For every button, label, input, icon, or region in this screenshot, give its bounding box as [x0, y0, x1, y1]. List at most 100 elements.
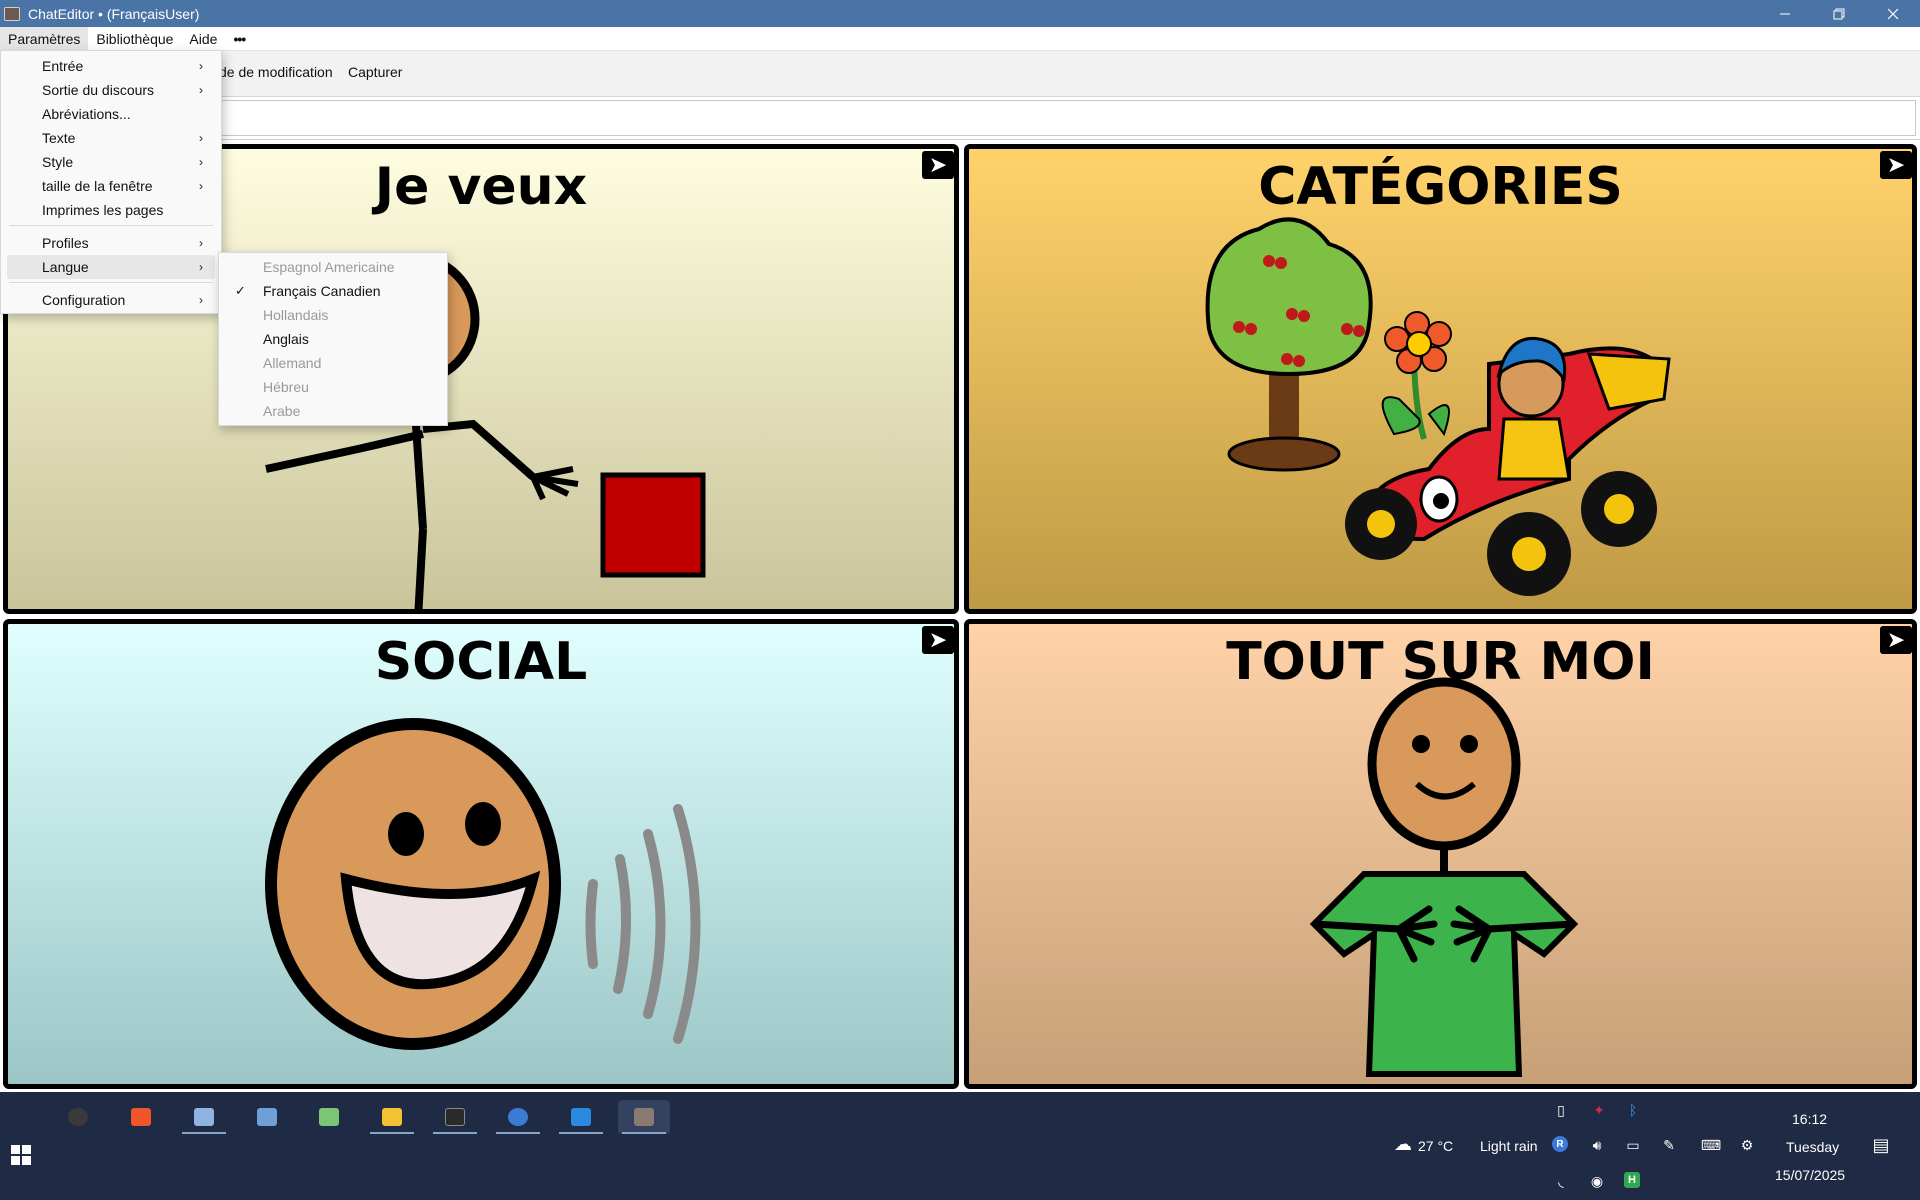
menu-item-label: Configuration	[42, 292, 126, 308]
app-tray-icon[interactable]: ✦	[1590, 1101, 1608, 1119]
cell-label: CATÉGORIES	[1258, 157, 1623, 217]
lang-francais-canadien[interactable]: ✓ Français Canadien	[223, 279, 443, 303]
menu-item-texte[interactable]: Texte ›	[7, 126, 215, 150]
person-hands-on-chest-icon	[1309, 677, 1579, 1077]
battery-icon[interactable]: ▭	[1624, 1136, 1642, 1154]
menu-bibliotheque[interactable]: Bibliothèque	[88, 27, 181, 51]
bluetooth-icon[interactable]: ᛒ	[1624, 1101, 1642, 1119]
title-bar: ChatEditor • (FrançaisUser)	[0, 0, 1920, 27]
menu-item-label: Entrée	[42, 58, 84, 74]
menu-item-configuration[interactable]: Configuration ›	[7, 288, 215, 312]
chevron-right-icon: ›	[199, 293, 203, 307]
taskbar-photos[interactable]	[241, 1100, 293, 1134]
windows-logo-icon	[11, 1145, 31, 1165]
menu-separator	[9, 225, 213, 226]
lang-hollandais: Hollandais	[263, 307, 329, 323]
headset-icon[interactable]: ◉	[1588, 1172, 1606, 1190]
taskbar-vscode[interactable]	[555, 1100, 607, 1134]
restore-icon	[1833, 8, 1845, 19]
menu-item-taille-fenetre[interactable]: taille de la fenêtre ›	[7, 174, 215, 198]
cell-tout-sur-moi[interactable]: TOUT SUR MOI ➤	[964, 619, 1917, 1089]
notepad-icon	[319, 1108, 339, 1126]
menu-more[interactable]: •••	[225, 27, 253, 51]
checkmark-icon: ✓	[235, 283, 246, 298]
menu-item-label: Langue	[42, 259, 89, 275]
chevron-right-icon: ›	[199, 131, 203, 145]
restore-button[interactable]	[1812, 0, 1866, 27]
cell-categories[interactable]: CATÉGORIES ➤	[964, 144, 1917, 614]
taskbar-obs[interactable]	[52, 1100, 104, 1134]
message-input[interactable]	[4, 100, 1916, 136]
toolbar: de de modification Capturer	[0, 51, 1920, 97]
terminal-icon	[445, 1108, 465, 1126]
lang-anglais[interactable]: Anglais	[223, 327, 443, 351]
taskbar-notepad[interactable]	[303, 1100, 355, 1134]
app-icon	[4, 6, 20, 21]
lang-espagnol-americaine: Espagnol Americaine	[263, 259, 395, 275]
menu-item-label: Style	[42, 154, 74, 170]
edit-mode-button[interactable]: de de modification	[219, 64, 333, 80]
cell-social[interactable]: SOCIAL ➤	[3, 619, 959, 1089]
usb-icon[interactable]: ▯	[1552, 1101, 1570, 1119]
navigate-arrow-icon[interactable]: ➤	[1880, 626, 1912, 654]
menu-item-entree[interactable]: Entrée ›	[7, 54, 215, 78]
navigate-arrow-icon[interactable]: ➤	[922, 626, 954, 654]
minimize-icon	[1780, 13, 1790, 14]
taskbar-brave[interactable]	[115, 1100, 167, 1134]
chevron-right-icon: ›	[199, 155, 203, 169]
taskbar-r-app[interactable]	[492, 1100, 544, 1134]
menu-item-abreviations[interactable]: Abréviations...	[7, 102, 215, 126]
r-tray-icon[interactable]: R	[1552, 1136, 1568, 1152]
close-button[interactable]	[1866, 0, 1920, 27]
start-button[interactable]	[10, 1144, 32, 1166]
taskbar-terminal[interactable]	[429, 1100, 481, 1134]
menu-item-sortie-du-discours[interactable]: Sortie du discours ›	[7, 78, 215, 102]
cell-label: TOUT SUR MOI	[1226, 632, 1655, 692]
message-bar	[0, 97, 1920, 140]
weather-rain-icon[interactable]: ☁	[1394, 1134, 1412, 1154]
clock-date[interactable]: 15/07/2025	[1775, 1167, 1845, 1183]
lang-arabe: Arabe	[263, 403, 301, 419]
h-app-icon[interactable]: H	[1624, 1172, 1640, 1188]
cell-label: SOCIAL	[374, 632, 588, 692]
menu-aide[interactable]: Aide	[181, 27, 225, 51]
brave-icon	[131, 1108, 151, 1126]
menu-item-label: taille de la fenêtre	[42, 178, 153, 194]
vscode-icon	[571, 1108, 591, 1126]
menu-item-label: Profiles	[42, 235, 89, 251]
menu-separator	[9, 282, 213, 283]
menu-item-langue[interactable]: Langue ›	[7, 255, 215, 279]
navigate-arrow-icon[interactable]: ➤	[1880, 151, 1912, 179]
folder-icon	[382, 1108, 402, 1126]
menu-item-style[interactable]: Style ›	[7, 150, 215, 174]
minimize-button[interactable]	[1758, 0, 1812, 27]
clock-time[interactable]: 16:12	[1792, 1111, 1827, 1127]
volume-icon[interactable]: 🔊︎	[1588, 1136, 1606, 1154]
weather-condition[interactable]: Light rain	[1480, 1138, 1538, 1154]
lang-hebreu: Hébreu	[263, 379, 309, 395]
clock-day[interactable]: Tuesday	[1786, 1139, 1839, 1155]
lang-allemand: Allemand	[263, 355, 322, 371]
menu-item-profiles[interactable]: Profiles ›	[7, 231, 215, 255]
menu-parametres[interactable]: Paramètres	[0, 26, 89, 51]
close-icon	[1887, 8, 1899, 19]
taskbar-remote-desktop[interactable]	[178, 1100, 230, 1134]
gear-icon[interactable]: ⚙	[1738, 1136, 1756, 1154]
taskbar-chateditor[interactable]	[618, 1100, 670, 1134]
notification-icon[interactable]: ▤	[1872, 1135, 1890, 1155]
navigate-arrow-icon[interactable]: ➤	[922, 151, 954, 179]
chevron-right-icon: ›	[199, 83, 203, 97]
capture-button[interactable]: Capturer	[348, 64, 402, 80]
menu-item-label: Imprimes les pages	[42, 202, 164, 218]
window-title: ChatEditor • (FrançaisUser)	[28, 5, 200, 22]
parametres-menu: Entrée › Sortie du discours › Abréviations…	[0, 50, 222, 314]
wifi-icon[interactable]: ◟	[1552, 1172, 1570, 1190]
chevron-right-icon: ›	[199, 236, 203, 250]
taskbar-file-explorer[interactable]	[366, 1100, 418, 1134]
remote-desktop-icon	[194, 1108, 214, 1126]
pen-icon[interactable]: ✎	[1660, 1136, 1678, 1154]
keyboard-icon[interactable]: ⌨	[1696, 1136, 1726, 1154]
taskbar: ▯ ✦ ᛒ ☁ 27 °C Light rain R 🔊︎ ▭ ✎ ⌨ ⚙ ◟ …	[0, 1092, 1920, 1200]
weather-temp[interactable]: 27 °C	[1418, 1138, 1453, 1154]
menu-item-imprimes-pages[interactable]: Imprimes les pages	[7, 198, 215, 222]
